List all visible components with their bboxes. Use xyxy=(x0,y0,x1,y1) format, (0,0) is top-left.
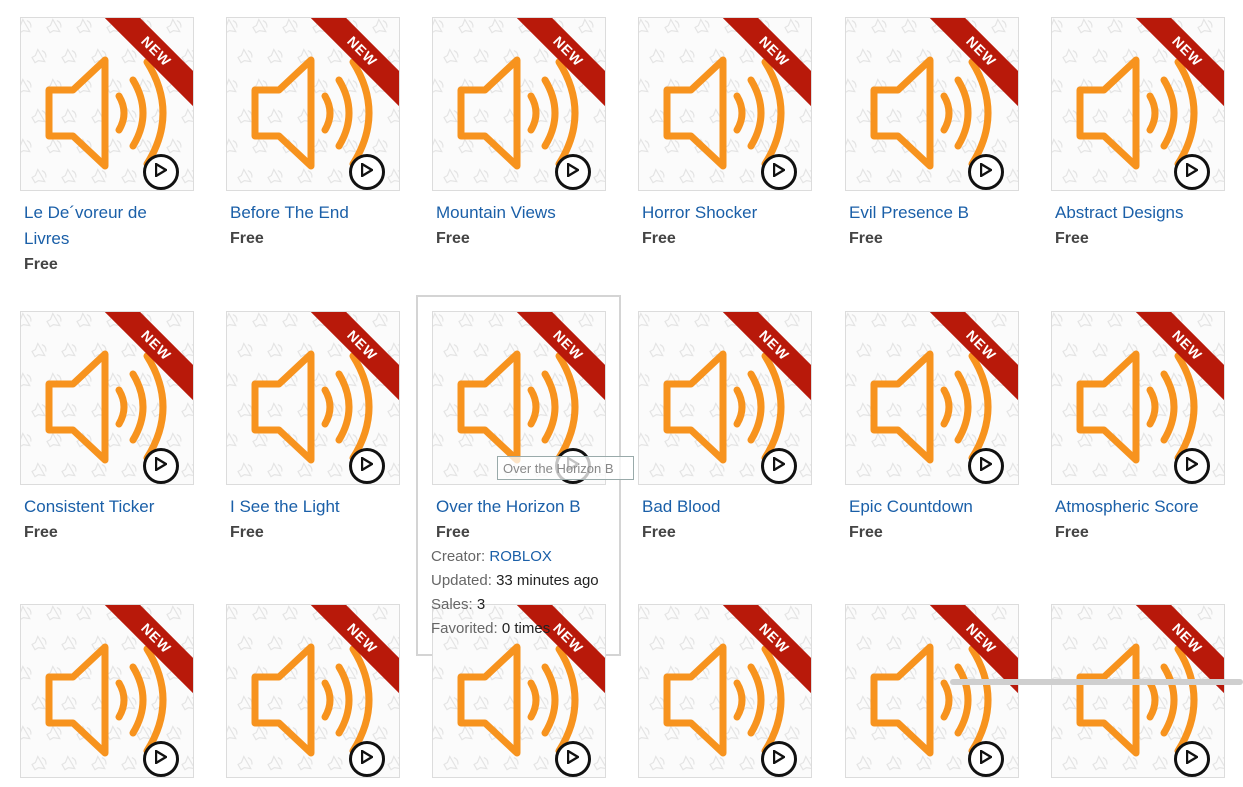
audio-thumbnail[interactable]: NEW xyxy=(845,604,1019,778)
play-icon[interactable] xyxy=(968,154,1004,190)
creator-link[interactable]: ROBLOX xyxy=(489,548,552,565)
audio-item-price: Free xyxy=(642,524,676,541)
audio-item-price: Free xyxy=(24,524,58,541)
creator-label: Creator: xyxy=(431,548,486,565)
play-icon[interactable] xyxy=(555,741,591,777)
audio-item-title[interactable]: Horror Shocker xyxy=(638,200,812,226)
play-icon[interactable] xyxy=(143,154,179,190)
play-icon[interactable] xyxy=(1174,154,1210,190)
play-icon[interactable] xyxy=(143,448,179,484)
audio-item-title[interactable]: I See the Light xyxy=(226,494,400,520)
audio-item-card[interactable]: NEW Horror Shocker Free xyxy=(638,17,812,252)
audio-item-card[interactable]: NEW xyxy=(845,604,1019,787)
horizontal-scrollbar[interactable] xyxy=(950,679,1243,685)
audio-thumbnail[interactable]: NEW xyxy=(226,17,400,191)
audio-item-card[interactable]: NEW I See the Light Free xyxy=(226,311,400,546)
updated-label: Updated: xyxy=(431,572,492,589)
audio-thumbnail[interactable]: NEW xyxy=(226,604,400,778)
audio-item-card[interactable]: NEW Bad Blood Free xyxy=(638,311,812,546)
audio-item-title[interactable]: Le De´voreur de Livres xyxy=(20,200,194,252)
audio-thumbnail[interactable]: NEW xyxy=(226,311,400,485)
play-icon[interactable] xyxy=(761,448,797,484)
audio-item-card[interactable]: NEW Abstract Designs Free xyxy=(1051,17,1225,252)
audio-item-title[interactable]: Over the Horizon B xyxy=(432,494,606,520)
audio-item-card[interactable]: NEW Consistent Ticker Free xyxy=(20,311,194,546)
audio-item-title[interactable]: Atmospheric Score xyxy=(1051,494,1225,520)
audio-thumbnail[interactable]: NEW xyxy=(1051,311,1225,485)
audio-item-title[interactable]: Mountain Views xyxy=(432,200,606,226)
audio-item-price: Free xyxy=(849,524,883,541)
audio-item-price: Free xyxy=(849,230,883,247)
audio-item-price: Free xyxy=(436,230,470,247)
audio-thumbnail[interactable]: NEW xyxy=(20,604,194,778)
audio-item-price: Free xyxy=(1055,230,1089,247)
audio-item-card[interactable]: NEW xyxy=(1051,604,1225,787)
audio-thumbnail[interactable]: NEW xyxy=(1051,17,1225,191)
sales-row: Sales: 3 xyxy=(431,593,485,617)
updated-row: Updated: 33 minutes ago xyxy=(431,569,599,593)
audio-item-title[interactable]: Abstract Designs xyxy=(1051,200,1225,226)
audio-item-card[interactable]: NEW xyxy=(226,604,400,787)
play-icon[interactable] xyxy=(761,154,797,190)
favorited-value: 0 times xyxy=(501,620,551,637)
play-icon[interactable] xyxy=(143,741,179,777)
play-icon[interactable] xyxy=(1174,741,1210,777)
audio-item-card[interactable]: NEW Mountain Views Free xyxy=(432,17,606,252)
audio-item-card[interactable]: NEW Evil Presence B Free xyxy=(845,17,1019,252)
audio-item-card[interactable]: NEW Atmospheric Score Free xyxy=(1051,311,1225,546)
audio-item-title[interactable]: Bad Blood xyxy=(638,494,812,520)
audio-thumbnail[interactable]: NEW xyxy=(432,17,606,191)
creator-row: Creator: ROBLOX xyxy=(431,545,552,569)
audio-item-price: Free xyxy=(24,256,58,273)
audio-thumbnail[interactable]: NEW xyxy=(845,311,1019,485)
audio-thumbnail[interactable]: NEW xyxy=(638,604,812,778)
play-icon[interactable] xyxy=(555,154,591,190)
audio-item-price: Free xyxy=(642,230,676,247)
play-icon[interactable] xyxy=(1174,448,1210,484)
audio-thumbnail[interactable]: NEW xyxy=(20,311,194,485)
audio-item-card[interactable]: NEW Over the Horizon B Free xyxy=(432,311,606,546)
audio-item-title[interactable]: Evil Presence B xyxy=(845,200,1019,226)
title-tooltip: Over the Horizon B xyxy=(497,456,634,480)
audio-thumbnail[interactable]: NEW xyxy=(20,17,194,191)
audio-item-title[interactable]: Consistent Ticker xyxy=(20,494,194,520)
audio-item-title[interactable]: Epic Countdown xyxy=(845,494,1019,520)
sales-value: 3 xyxy=(476,596,486,613)
audio-item-price: Free xyxy=(436,524,470,541)
play-icon[interactable] xyxy=(349,741,385,777)
sales-label: Sales: xyxy=(431,596,473,613)
updated-value: 33 minutes ago xyxy=(496,572,599,589)
play-icon[interactable] xyxy=(968,741,1004,777)
audio-thumbnail[interactable]: NEW xyxy=(638,311,812,485)
audio-item-card[interactable]: NEW Epic Countdown Free xyxy=(845,311,1019,546)
audio-thumbnail[interactable]: NEW xyxy=(845,17,1019,191)
audio-item-card[interactable]: NEW xyxy=(20,604,194,787)
audio-thumbnail[interactable]: NEW xyxy=(638,17,812,191)
play-icon[interactable] xyxy=(968,448,1004,484)
audio-item-price: Free xyxy=(1055,524,1089,541)
audio-item-card[interactable]: NEW Before The End Free xyxy=(226,17,400,252)
audio-thumbnail[interactable]: NEW xyxy=(1051,604,1225,778)
play-icon[interactable] xyxy=(349,154,385,190)
audio-item-card[interactable]: NEW Le De´voreur de Livres Free xyxy=(20,17,194,278)
audio-item-card[interactable]: NEW xyxy=(638,604,812,787)
play-icon[interactable] xyxy=(349,448,385,484)
audio-item-price: Free xyxy=(230,524,264,541)
favorited-row: Favorited: 0 times xyxy=(431,617,550,641)
play-icon[interactable] xyxy=(761,741,797,777)
audio-item-price: Free xyxy=(230,230,264,247)
audio-item-title[interactable]: Before The End xyxy=(226,200,400,226)
favorited-label: Favorited: xyxy=(431,620,498,637)
